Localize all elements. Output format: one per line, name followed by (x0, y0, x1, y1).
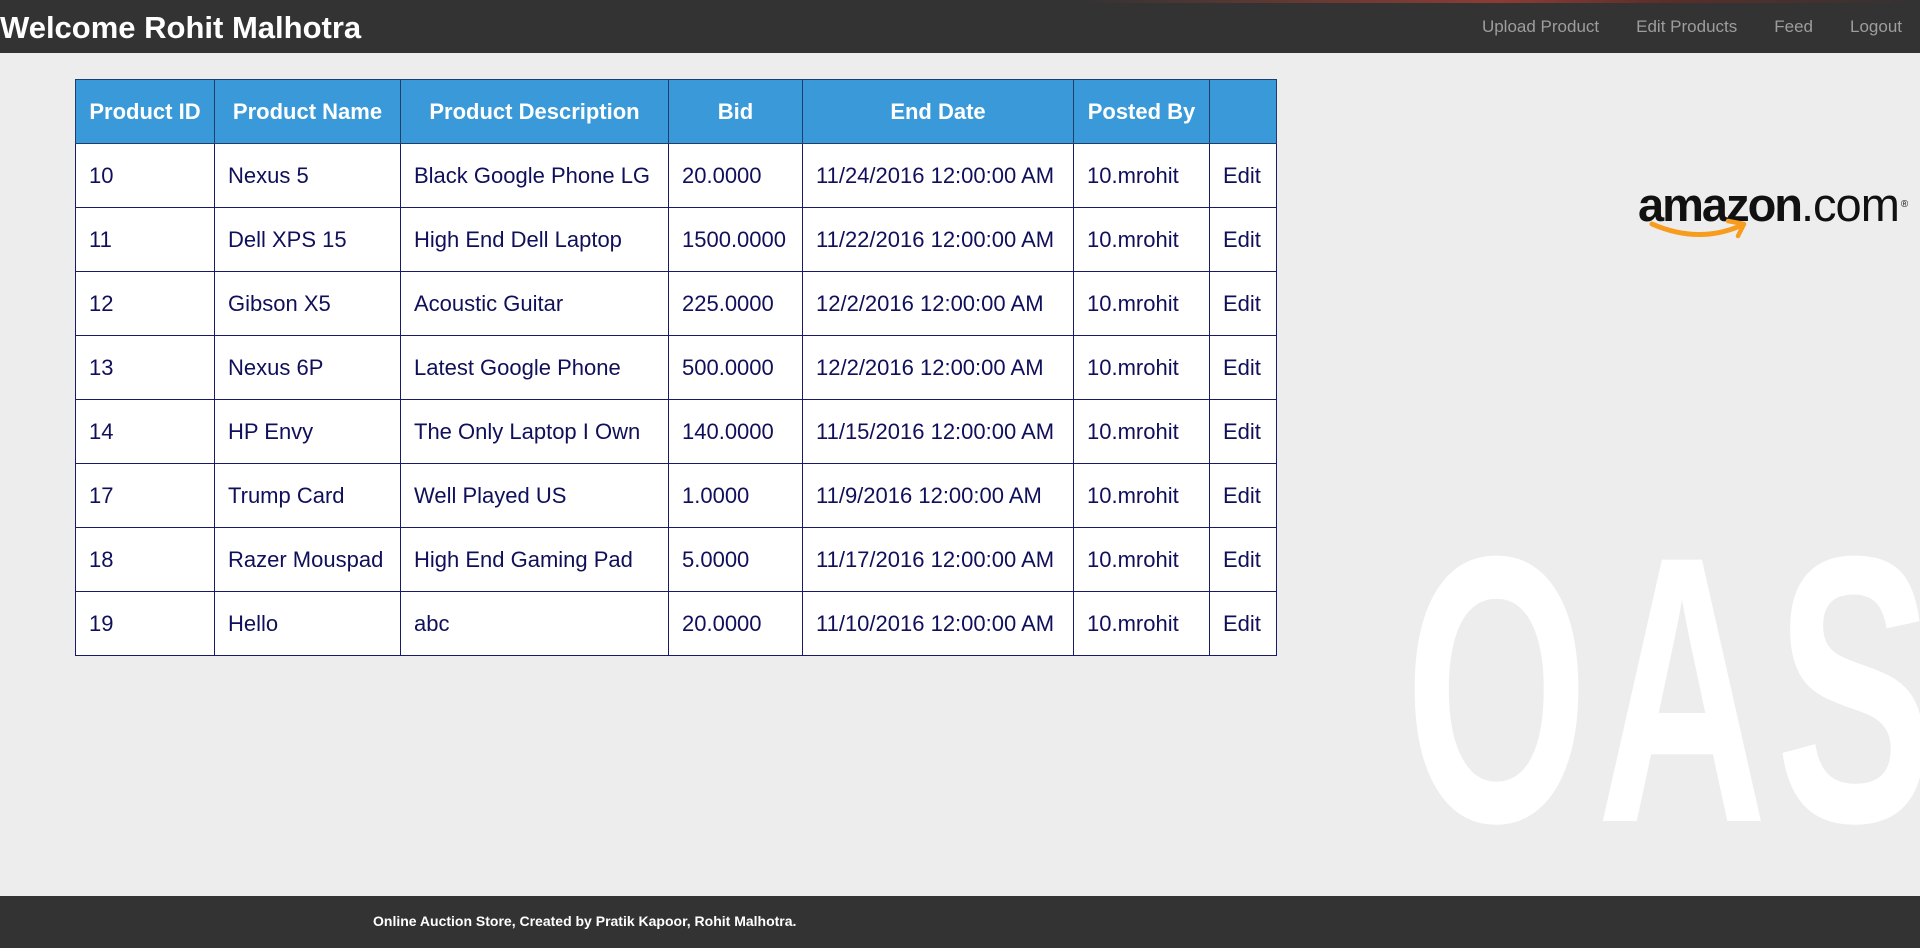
welcome-title: Welcome Rohit Malhotra (0, 10, 362, 45)
nav-links: Upload Product Edit Products Feed Logout (1445, 0, 1902, 53)
column-header-end-date: End Date (802, 79, 1074, 144)
table-row: 10 Nexus 5 Black Google Phone LG 20.0000… (75, 143, 1277, 208)
nav-upload-product-link[interactable]: Upload Product (1482, 17, 1599, 37)
cell-end-date: 11/9/2016 12:00:00 AM (802, 463, 1074, 528)
cell-product-name: HP Envy (214, 399, 401, 464)
oas-watermark: OAS (1405, 477, 1920, 902)
page-root: Welcome Rohit Malhotra Upload Product Ed… (0, 0, 1920, 948)
cell-product-name: Nexus 5 (214, 143, 401, 208)
cell-action: Edit (1209, 591, 1277, 656)
edit-product-link[interactable]: Edit (1223, 355, 1261, 380)
cell-bid: 1.0000 (668, 463, 803, 528)
cell-product-description: High End Gaming Pad (400, 527, 669, 592)
amazon-smile-arrow-icon (1649, 218, 1747, 239)
cell-action: Edit (1209, 143, 1277, 208)
cell-bid: 1500.0000 (668, 207, 803, 272)
cell-action: Edit (1209, 335, 1277, 400)
edit-product-link[interactable]: Edit (1223, 227, 1261, 252)
cell-action: Edit (1209, 527, 1277, 592)
cell-product-description: Black Google Phone LG (400, 143, 669, 208)
cell-posted-by: 10.mrohit (1073, 335, 1210, 400)
cell-action: Edit (1209, 463, 1277, 528)
cell-product-name: Dell XPS 15 (214, 207, 401, 272)
cell-product-description: Latest Google Phone (400, 335, 669, 400)
column-header-product-id: Product ID (75, 79, 215, 144)
products-table: Product ID Product Name Product Descript… (75, 79, 1277, 656)
table-row: 17 Trump Card Well Played US 1.0000 11/9… (75, 463, 1277, 528)
edit-product-link[interactable]: Edit (1223, 291, 1261, 316)
cell-product-id: 10 (75, 143, 215, 208)
cell-product-id: 13 (75, 335, 215, 400)
table-row: 18 Razer Mouspad High End Gaming Pad 5.0… (75, 527, 1277, 592)
cell-end-date: 11/17/2016 12:00:00 AM (802, 527, 1074, 592)
cell-posted-by: 10.mrohit (1073, 527, 1210, 592)
cell-product-description: The Only Laptop I Own (400, 399, 669, 464)
column-header-product-name: Product Name (214, 79, 401, 144)
cell-end-date: 11/24/2016 12:00:00 AM (802, 143, 1074, 208)
cell-product-id: 17 (75, 463, 215, 528)
table-row: 14 HP Envy The Only Laptop I Own 140.000… (75, 399, 1277, 464)
cell-bid: 140.0000 (668, 399, 803, 464)
cell-bid: 20.0000 (668, 143, 803, 208)
cell-product-name: Trump Card (214, 463, 401, 528)
edit-product-link[interactable]: Edit (1223, 163, 1261, 188)
footer-credit-text: Online Auction Store, Created by Pratik … (373, 913, 797, 929)
table-row: 19 Hello abc 20.0000 11/10/2016 12:00:00… (75, 591, 1277, 656)
column-header-actions (1209, 79, 1277, 144)
edit-product-link[interactable]: Edit (1223, 547, 1261, 572)
cell-posted-by: 10.mrohit (1073, 399, 1210, 464)
cell-action: Edit (1209, 399, 1277, 464)
cell-product-name: Nexus 6P (214, 335, 401, 400)
cell-action: Edit (1209, 271, 1277, 336)
cell-bid: 225.0000 (668, 271, 803, 336)
column-header-posted-by: Posted By (1073, 79, 1210, 144)
column-header-bid: Bid (668, 79, 803, 144)
cell-posted-by: 10.mrohit (1073, 591, 1210, 656)
nav-edit-products-link[interactable]: Edit Products (1636, 17, 1737, 37)
cell-product-description: Acoustic Guitar (400, 271, 669, 336)
cell-end-date: 11/10/2016 12:00:00 AM (802, 591, 1074, 656)
cell-product-id: 12 (75, 271, 215, 336)
cell-end-date: 12/2/2016 12:00:00 AM (802, 271, 1074, 336)
nav-logout-link[interactable]: Logout (1850, 17, 1902, 37)
edit-product-link[interactable]: Edit (1223, 419, 1261, 444)
cell-posted-by: 10.mrohit (1073, 207, 1210, 272)
cell-product-description: High End Dell Laptop (400, 207, 669, 272)
table-header-row: Product ID Product Name Product Descript… (75, 79, 1277, 144)
cell-bid: 20.0000 (668, 591, 803, 656)
edit-product-link[interactable]: Edit (1223, 611, 1261, 636)
cell-posted-by: 10.mrohit (1073, 463, 1210, 528)
edit-product-link[interactable]: Edit (1223, 483, 1261, 508)
footer: Online Auction Store, Created by Pratik … (0, 896, 1920, 948)
cell-action: Edit (1209, 207, 1277, 272)
cell-end-date: 11/15/2016 12:00:00 AM (802, 399, 1074, 464)
cell-product-description: abc (400, 591, 669, 656)
cell-product-id: 11 (75, 207, 215, 272)
cell-end-date: 12/2/2016 12:00:00 AM (802, 335, 1074, 400)
cell-product-id: 18 (75, 527, 215, 592)
table-row: 13 Nexus 6P Latest Google Phone 500.0000… (75, 335, 1277, 400)
products-table-container: Product ID Product Name Product Descript… (75, 79, 1277, 656)
cell-product-id: 14 (75, 399, 215, 464)
registered-mark: ® (1900, 199, 1909, 210)
cell-product-name: Gibson X5 (214, 271, 401, 336)
column-header-product-description: Product Description (400, 79, 669, 144)
cell-posted-by: 10.mrohit (1073, 143, 1210, 208)
table-row: 12 Gibson X5 Acoustic Guitar 225.0000 12… (75, 271, 1277, 336)
cell-end-date: 11/22/2016 12:00:00 AM (802, 207, 1074, 272)
cell-product-name: Razer Mouspad (214, 527, 401, 592)
cell-product-id: 19 (75, 591, 215, 656)
cell-bid: 5.0000 (668, 527, 803, 592)
cell-product-description: Well Played US (400, 463, 669, 528)
amazon-wordmark-suffix: .com (1801, 178, 1900, 231)
top-navbar: Welcome Rohit Malhotra Upload Product Ed… (0, 0, 1920, 53)
cell-posted-by: 10.mrohit (1073, 271, 1210, 336)
amazon-logo: amazon.com ® (1638, 180, 1908, 250)
table-row: 11 Dell XPS 15 High End Dell Laptop 1500… (75, 207, 1277, 272)
nav-feed-link[interactable]: Feed (1774, 17, 1813, 37)
cell-bid: 500.0000 (668, 335, 803, 400)
cell-product-name: Hello (214, 591, 401, 656)
